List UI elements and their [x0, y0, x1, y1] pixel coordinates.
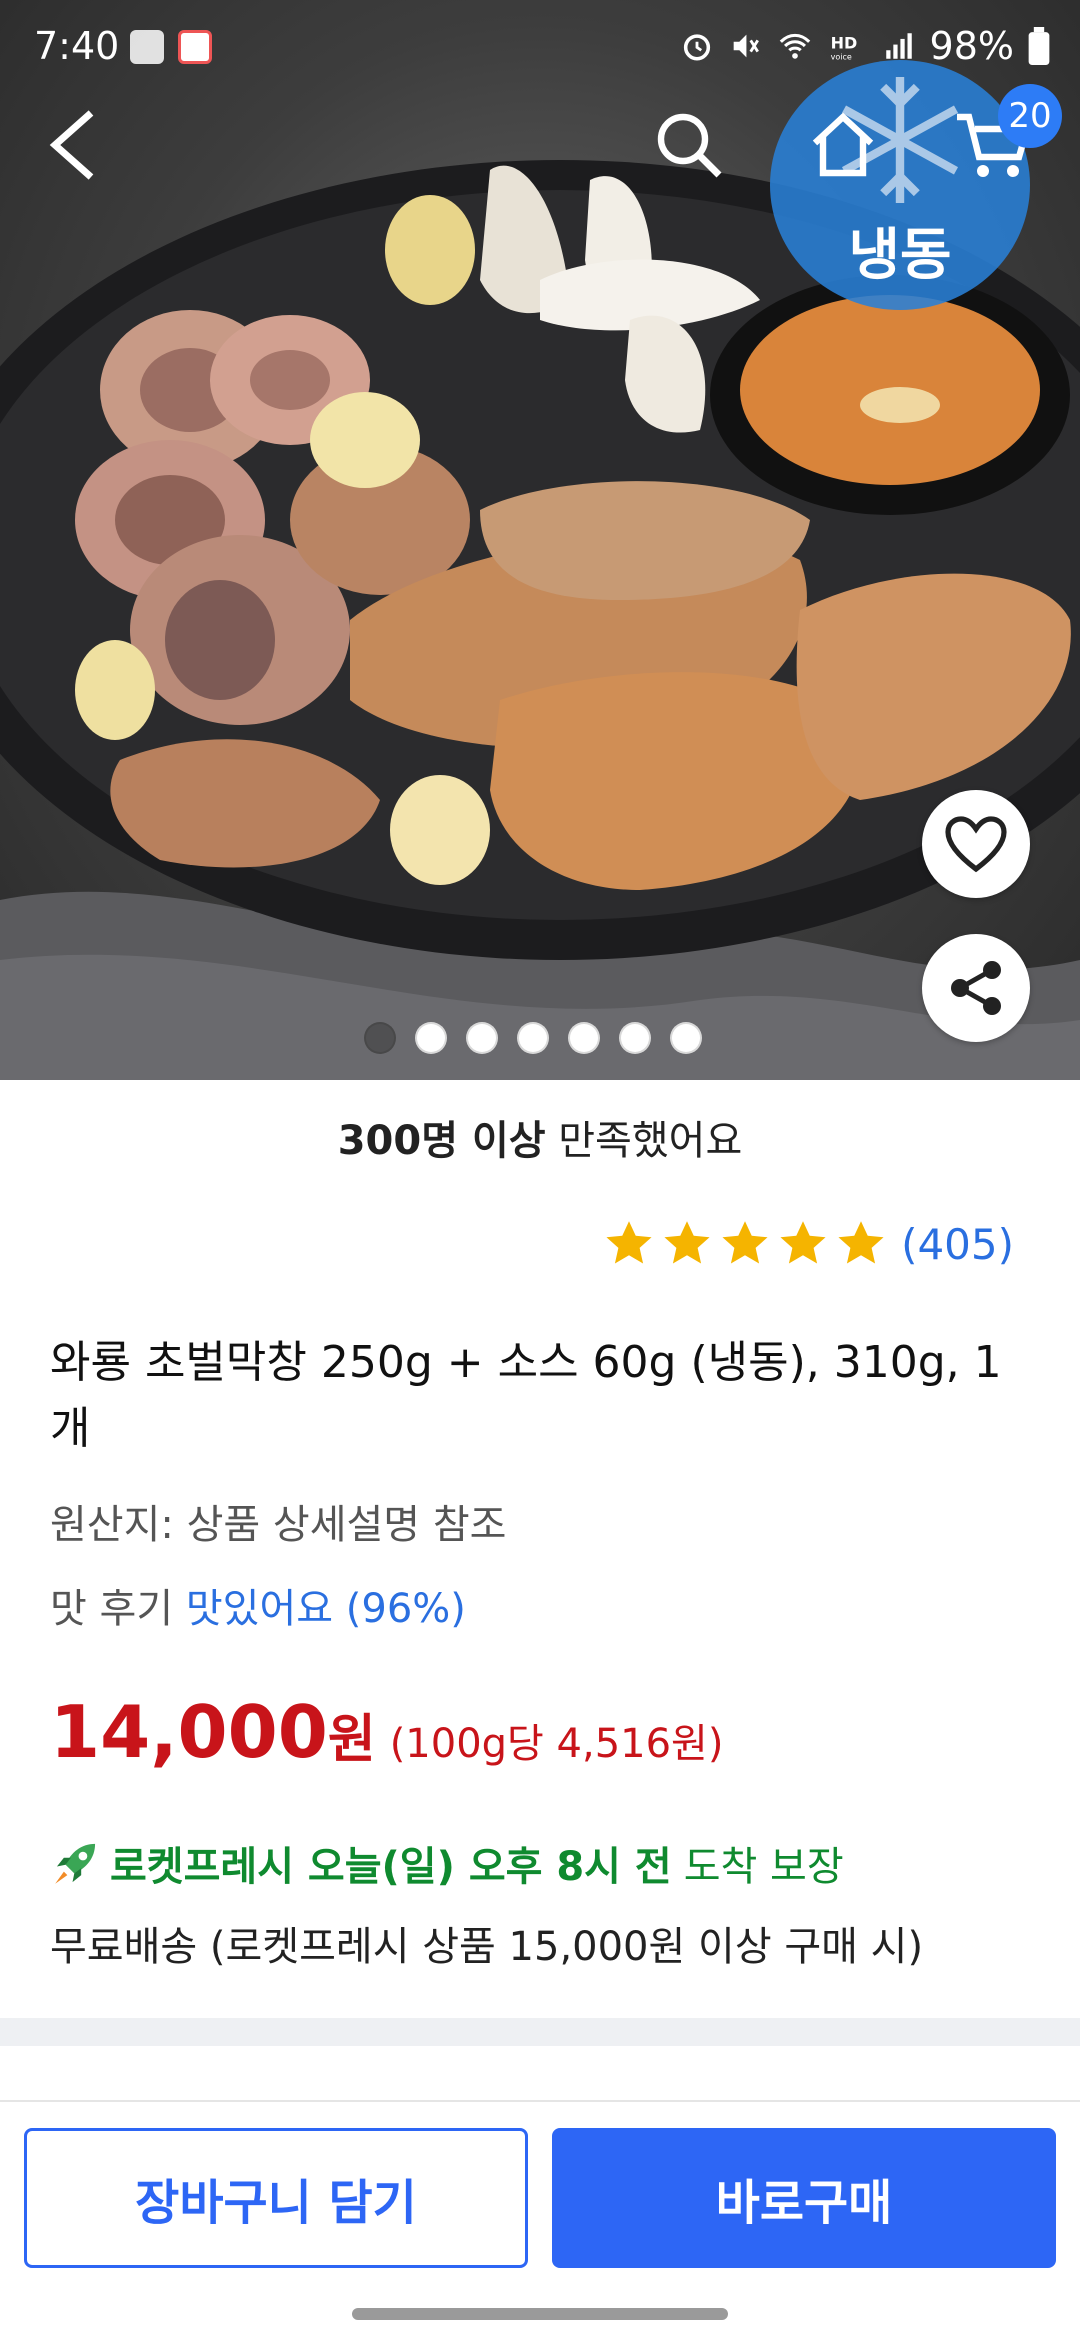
star-icon — [722, 1221, 768, 1264]
star-rating — [603, 1218, 887, 1270]
pager-dot[interactable] — [364, 1022, 396, 1054]
bottom-action-bar: 장바구니 담기 바로구매 — [0, 2100, 1080, 2290]
alarm-icon — [683, 34, 710, 61]
star-icon — [664, 1221, 710, 1264]
price-block: 14,000 원 (100g당 4,516원) — [50, 1690, 723, 1774]
top-nav — [0, 100, 1080, 210]
taste-label: 맛 후기 — [50, 1586, 186, 1632]
wishlist-button[interactable] — [922, 790, 1030, 898]
home-icon — [812, 112, 874, 177]
signal-icon — [885, 33, 912, 59]
pager-dot[interactable] — [619, 1022, 651, 1054]
svg-text:voice: voice — [830, 52, 851, 61]
price-currency: 원 — [327, 1710, 376, 1770]
rocket-icon — [55, 1843, 96, 1884]
add-to-cart-button[interactable]: 장바구니 담기 — [24, 2128, 528, 2268]
notification-icons — [130, 30, 212, 64]
mute-icon — [733, 34, 759, 58]
star-icon — [838, 1221, 884, 1264]
frozen-label: 냉동 — [848, 223, 952, 288]
unit-price: (100g당 4,516원) — [389, 1721, 724, 1767]
free-shipping-text: 무료배송 (로켓프레시 상품 15,000원 이상 구매 시) — [50, 1924, 924, 1970]
pager-dot[interactable] — [517, 1022, 549, 1054]
gallery-notification-icon — [130, 30, 164, 64]
cart-count-badge: 20 — [998, 84, 1062, 148]
share-icon — [951, 961, 1001, 1015]
hd-voice-icon: HDvoice — [830, 34, 857, 62]
search-button[interactable] — [644, 100, 734, 190]
battery-icon — [1028, 27, 1050, 65]
origin-text: 원산지: 상품 상세설명 참조 — [50, 1502, 507, 1548]
star-icon — [780, 1221, 826, 1264]
rating-summary[interactable]: (405) — [603, 1218, 1014, 1270]
review-count[interactable]: (405) — [901, 1220, 1014, 1269]
wifi-icon — [779, 33, 810, 59]
status-right: HD voice 98% — [680, 24, 1050, 68]
pager-dot[interactable] — [568, 1022, 600, 1054]
battery-percent: 98% — [929, 24, 1014, 68]
buy-now-button[interactable]: 바로구매 — [552, 2128, 1056, 2268]
heart-icon — [945, 816, 1007, 873]
pager-dot[interactable] — [670, 1022, 702, 1054]
price-amount: 14,000 — [50, 1690, 328, 1774]
star-icon — [606, 1221, 652, 1264]
taste-value[interactable]: 맛있어요 (96%) — [186, 1586, 466, 1632]
satisfaction-text: 300명 이상 만족했어요 — [0, 1108, 1080, 1166]
status-time: 7:40 — [34, 24, 120, 68]
back-icon — [49, 110, 94, 180]
taste-review: 맛 후기 맛있어요 (96%) — [50, 1576, 466, 1634]
product-image-gallery[interactable]: 7:40 HD voice 98% 냉동 20 — [0, 0, 1080, 1080]
home-button[interactable] — [798, 100, 888, 190]
back-button[interactable] — [28, 100, 118, 190]
share-button[interactable] — [922, 934, 1030, 1042]
svg-text:HD: HD — [830, 34, 857, 53]
satisfaction-suffix: 만족했어요 — [545, 1118, 743, 1164]
pager-dot[interactable] — [466, 1022, 498, 1054]
map-notification-icon — [178, 30, 212, 64]
delivery-guarantee: 로켓프레시 오늘(일) 오후 8시 전 도착 보장 — [50, 1834, 844, 1892]
satisfaction-count: 300명 이상 — [337, 1118, 546, 1164]
product-title: 와룡 초벌막창 250g + 소스 60g (냉동), 310g, 1개 — [50, 1337, 1002, 1454]
delivery-guarantee-label: 도착 보장 — [683, 1844, 844, 1890]
image-pager[interactable] — [364, 1022, 702, 1054]
delivery-time: 로켓프레시 오늘(일) 오후 8시 전 — [110, 1844, 672, 1890]
search-icon — [657, 113, 722, 178]
home-indicator[interactable] — [352, 2308, 728, 2320]
section-divider — [0, 2018, 1080, 2046]
pager-dot[interactable] — [415, 1022, 447, 1054]
status-bar: 7:40 HD voice 98% — [0, 0, 1080, 100]
